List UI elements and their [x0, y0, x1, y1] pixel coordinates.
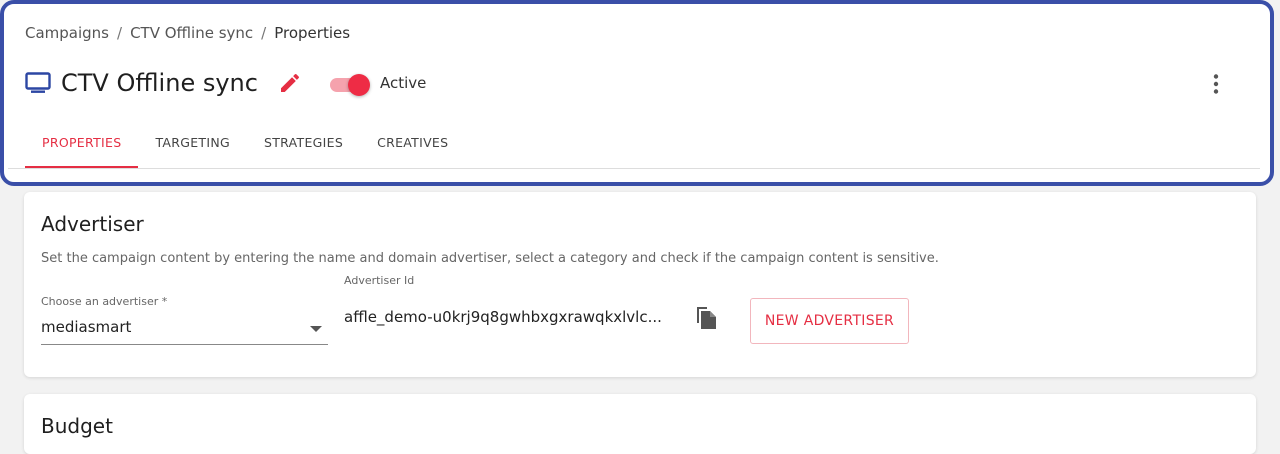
toggle-thumb: [347, 74, 370, 96]
page-title: CTV Offline sync: [61, 69, 258, 97]
breadcrumb-current: Properties: [274, 24, 351, 42]
copy-icon[interactable]: [693, 304, 719, 330]
new-advertiser-button[interactable]: NEW ADVERTISER: [750, 298, 909, 344]
status-label: Active: [379, 74, 427, 92]
breadcrumb: Campaigns / CTV Offline sync / Properties: [25, 24, 350, 42]
advertiser-select-value: mediasmart: [41, 318, 132, 336]
tab-creatives[interactable]: CREATIVES: [360, 122, 465, 168]
advertiser-id-value: affle_demo-u0krj9q8gwhbxgxrawqkxlvlc...: [344, 308, 662, 326]
advertiser-description: Set the campaign content by entering the…: [41, 251, 939, 266]
campaign-header: Campaigns / CTV Offline sync / Properties CT…: [0, 0, 1274, 186]
advertiser-select[interactable]: Choose an advertiser * mediasmart: [41, 295, 328, 345]
tab-bar: PROPERTIES TARGETING STRATEGIES CREATIVE…: [25, 122, 465, 168]
tabs-divider: [8, 168, 1260, 169]
tab-targeting[interactable]: TARGETING: [138, 122, 247, 168]
advertiser-select-label: Choose an advertiser *: [41, 295, 168, 308]
tab-properties[interactable]: PROPERTIES: [25, 122, 139, 168]
status-toggle[interactable]: [328, 73, 370, 96]
breadcrumb-campaigns[interactable]: Campaigns: [25, 24, 109, 42]
budget-card: Budget: [24, 394, 1256, 454]
caret-down-icon: [310, 326, 322, 332]
more-vert-icon[interactable]: [1204, 72, 1228, 96]
title-row: CTV Offline sync Active: [25, 66, 426, 100]
tv-icon: [25, 72, 51, 93]
budget-title: Budget: [41, 414, 113, 438]
advertiser-title: Advertiser: [41, 212, 144, 236]
advertiser-id-label: Advertiser Id: [344, 274, 415, 287]
tab-strategies[interactable]: STRATEGIES: [247, 122, 360, 168]
breadcrumb-separator: /: [261, 24, 267, 42]
advertiser-card: Advertiser Set the campaign content by e…: [24, 192, 1256, 377]
edit-icon[interactable]: [278, 71, 302, 95]
breadcrumb-separator: /: [117, 24, 123, 42]
breadcrumb-campaign[interactable]: CTV Offline sync: [130, 24, 253, 42]
